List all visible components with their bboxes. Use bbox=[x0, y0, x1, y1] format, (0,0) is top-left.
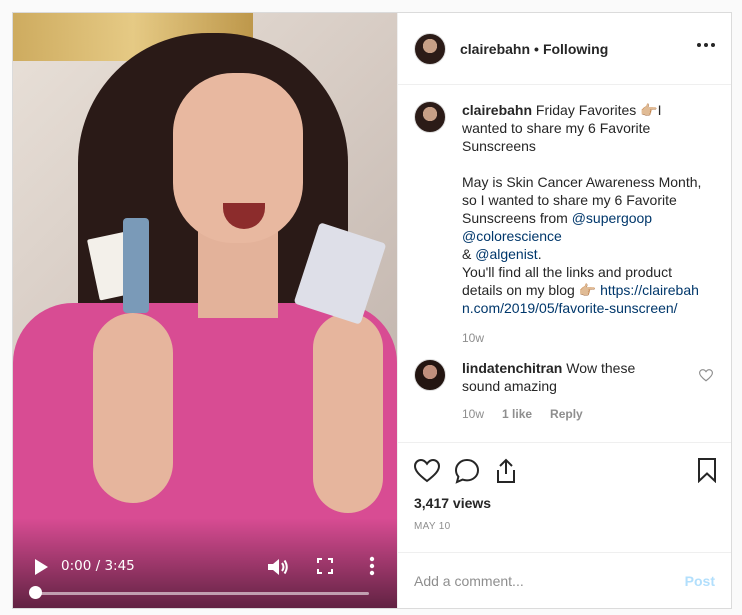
commenter-avatar[interactable] bbox=[414, 359, 446, 391]
caption-text: clairebahn Friday Favorites 👉🏼I wanted t… bbox=[462, 101, 710, 335]
more-options-icon[interactable] bbox=[697, 43, 715, 49]
header-separator: • bbox=[534, 40, 539, 57]
view-count[interactable]: 3,417 views bbox=[414, 495, 715, 511]
like-heart-icon[interactable] bbox=[414, 459, 440, 483]
play-icon[interactable] bbox=[33, 558, 49, 576]
caption-ampersand: & bbox=[462, 246, 472, 262]
post-date: MAY 10 bbox=[414, 521, 451, 532]
volume-icon[interactable] bbox=[267, 557, 289, 577]
comment-like-heart-icon[interactable] bbox=[699, 369, 713, 382]
comment-bubble-icon[interactable] bbox=[454, 458, 480, 484]
comment-meta: 10w 1 like Reply bbox=[462, 407, 715, 421]
video-time: 0:00 / 3:45 bbox=[61, 558, 135, 574]
more-vertical-icon[interactable] bbox=[369, 556, 375, 576]
caption-period: . bbox=[537, 246, 542, 262]
comments-area: clairebahn Friday Favorites 👉🏼I wanted t… bbox=[398, 85, 731, 442]
video-frame-product-tube bbox=[123, 218, 149, 313]
add-comment-bar: Post bbox=[398, 552, 731, 608]
caption-username[interactable]: clairebahn bbox=[462, 102, 532, 118]
video-frame-right-arm bbox=[313, 313, 383, 513]
mention-supergoop[interactable]: @supergoop bbox=[572, 210, 652, 226]
post-modal: 0:00 / 3:45 clairebahn • Following clair… bbox=[12, 12, 732, 609]
post-comment-button[interactable]: Post bbox=[685, 573, 715, 589]
comment-row: lindatenchitran Wow these sound amazing bbox=[414, 359, 715, 395]
comment-likes[interactable]: 1 like bbox=[502, 407, 532, 421]
caption-row: clairebahn Friday Favorites 👉🏼I wanted t… bbox=[414, 101, 715, 335]
comment-age: 10w bbox=[462, 407, 485, 421]
comment-reply-button[interactable]: Reply bbox=[550, 407, 583, 421]
video-player[interactable]: 0:00 / 3:45 bbox=[13, 13, 397, 608]
post-actions: 3,417 views MAY 10 bbox=[398, 442, 731, 552]
fullscreen-icon[interactable] bbox=[317, 558, 333, 574]
commenter-username[interactable]: lindatenchitran bbox=[462, 360, 562, 376]
author-username[interactable]: clairebahn bbox=[460, 41, 530, 57]
action-icons bbox=[414, 451, 715, 491]
bookmark-icon[interactable] bbox=[697, 457, 717, 483]
following-button[interactable]: Following bbox=[543, 41, 608, 57]
video-progress-track[interactable] bbox=[35, 592, 369, 595]
video-controls: 0:00 / 3:45 bbox=[13, 548, 397, 608]
video-frame-left-arm bbox=[93, 313, 173, 503]
share-icon[interactable] bbox=[494, 458, 518, 484]
post-header: clairebahn • Following bbox=[398, 13, 731, 85]
mention-colorescience[interactable]: @colorescience bbox=[462, 228, 562, 244]
caption-avatar[interactable] bbox=[414, 101, 446, 133]
author-avatar[interactable] bbox=[414, 32, 446, 65]
mention-algenist[interactable]: @algenist bbox=[475, 246, 537, 262]
video-progress-knob[interactable] bbox=[29, 586, 42, 599]
post-side-panel: clairebahn • Following clairebahn Friday… bbox=[397, 13, 731, 608]
comment-text: lindatenchitran Wow these sound amazing bbox=[462, 359, 672, 395]
add-comment-input[interactable] bbox=[414, 572, 685, 589]
